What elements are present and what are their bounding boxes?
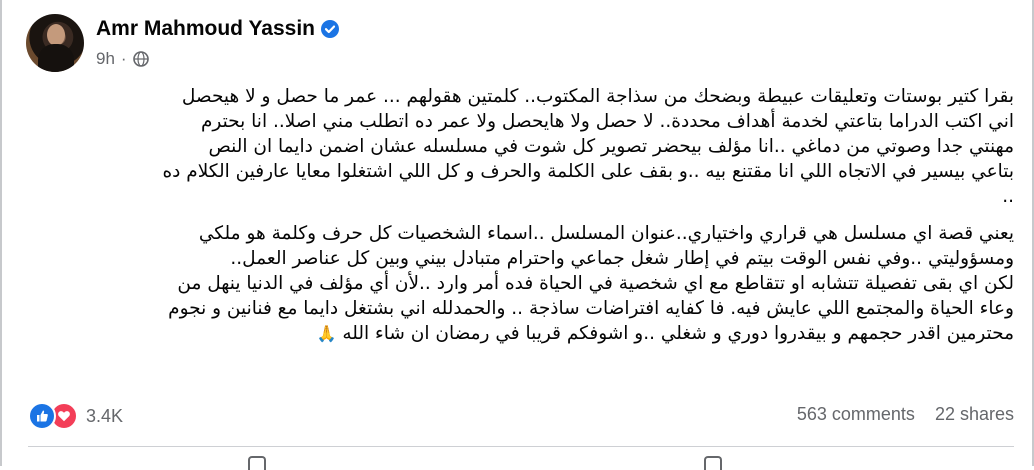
post-text-line: محترمين اقدر حجمهم و بيقدروا دوري و شغلي… (342, 323, 1014, 344)
paragraph-spacer (28, 209, 1014, 221)
like-action-icon[interactable] (248, 456, 266, 470)
post-text-line: بقرا كتير بوستات وتعليقات عبيطة وبضحك من… (181, 86, 1014, 107)
comments-count-link[interactable]: 563 comments (797, 404, 915, 428)
shares-count-link[interactable]: 22 shares (935, 404, 1014, 428)
action-bar-divider (28, 446, 1014, 447)
post-timestamp[interactable]: 9h (96, 49, 115, 69)
globe-icon[interactable] (132, 51, 149, 67)
author-row: Amr Mahmoud Yassin (96, 16, 340, 42)
post-text-line: وعاء الحياة والمجتمع اللي عايش فيه. فا ك… (168, 298, 1014, 319)
reactions-summary[interactable]: 3.4K (28, 402, 123, 430)
post-text-line-last: محترمين اقدر حجمهم و بيقدروا دوري و شغلي… (28, 321, 1014, 346)
post-text-line: لكن اي بقى تفصيلة تتشابه او تتقاطع مع اي… (177, 273, 1014, 294)
author-name[interactable]: Amr Mahmoud Yassin (96, 17, 315, 41)
avatar-head-shape (47, 24, 65, 46)
engagement-stats: 563 comments 22 shares (797, 404, 1014, 428)
meta-separator: · (120, 49, 127, 68)
avatar-body-shape (38, 44, 74, 72)
post-meta: 9h · (96, 48, 149, 70)
author-avatar[interactable] (26, 14, 84, 72)
reaction-count[interactable]: 3.4K (86, 406, 123, 427)
like-icon (28, 402, 56, 430)
pray-emoji-icon: 🙏 (316, 324, 337, 343)
post-text-line: ومسؤوليتي ..وفي نفس الوقت بيتم في إطار ش… (230, 248, 1014, 269)
post-text-line: يعني قصة اي مسلسل هي قراري واختياري..عنو… (198, 223, 1014, 244)
post-card: Amr Mahmoud Yassin 9h · بقرا كتير بوستات… (0, 0, 1034, 470)
post-text-line: بتاعي بيسير في الاتجاه اللي انا مقتنع بي… (162, 161, 1014, 182)
share-action-icon[interactable] (704, 456, 722, 470)
post-text-line: اني اكتب الدراما بتاعتي لخدمة أهداف محدد… (200, 111, 1014, 132)
verified-badge-icon (321, 20, 340, 38)
post-body: بقرا كتير بوستات وتعليقات عبيطة وبضحك من… (28, 84, 1014, 346)
post-text-line: .. (1002, 186, 1014, 207)
post-text-line: مهنتي جدا وصوتي من دماغي ..انا مؤلف بيحض… (208, 136, 1014, 157)
